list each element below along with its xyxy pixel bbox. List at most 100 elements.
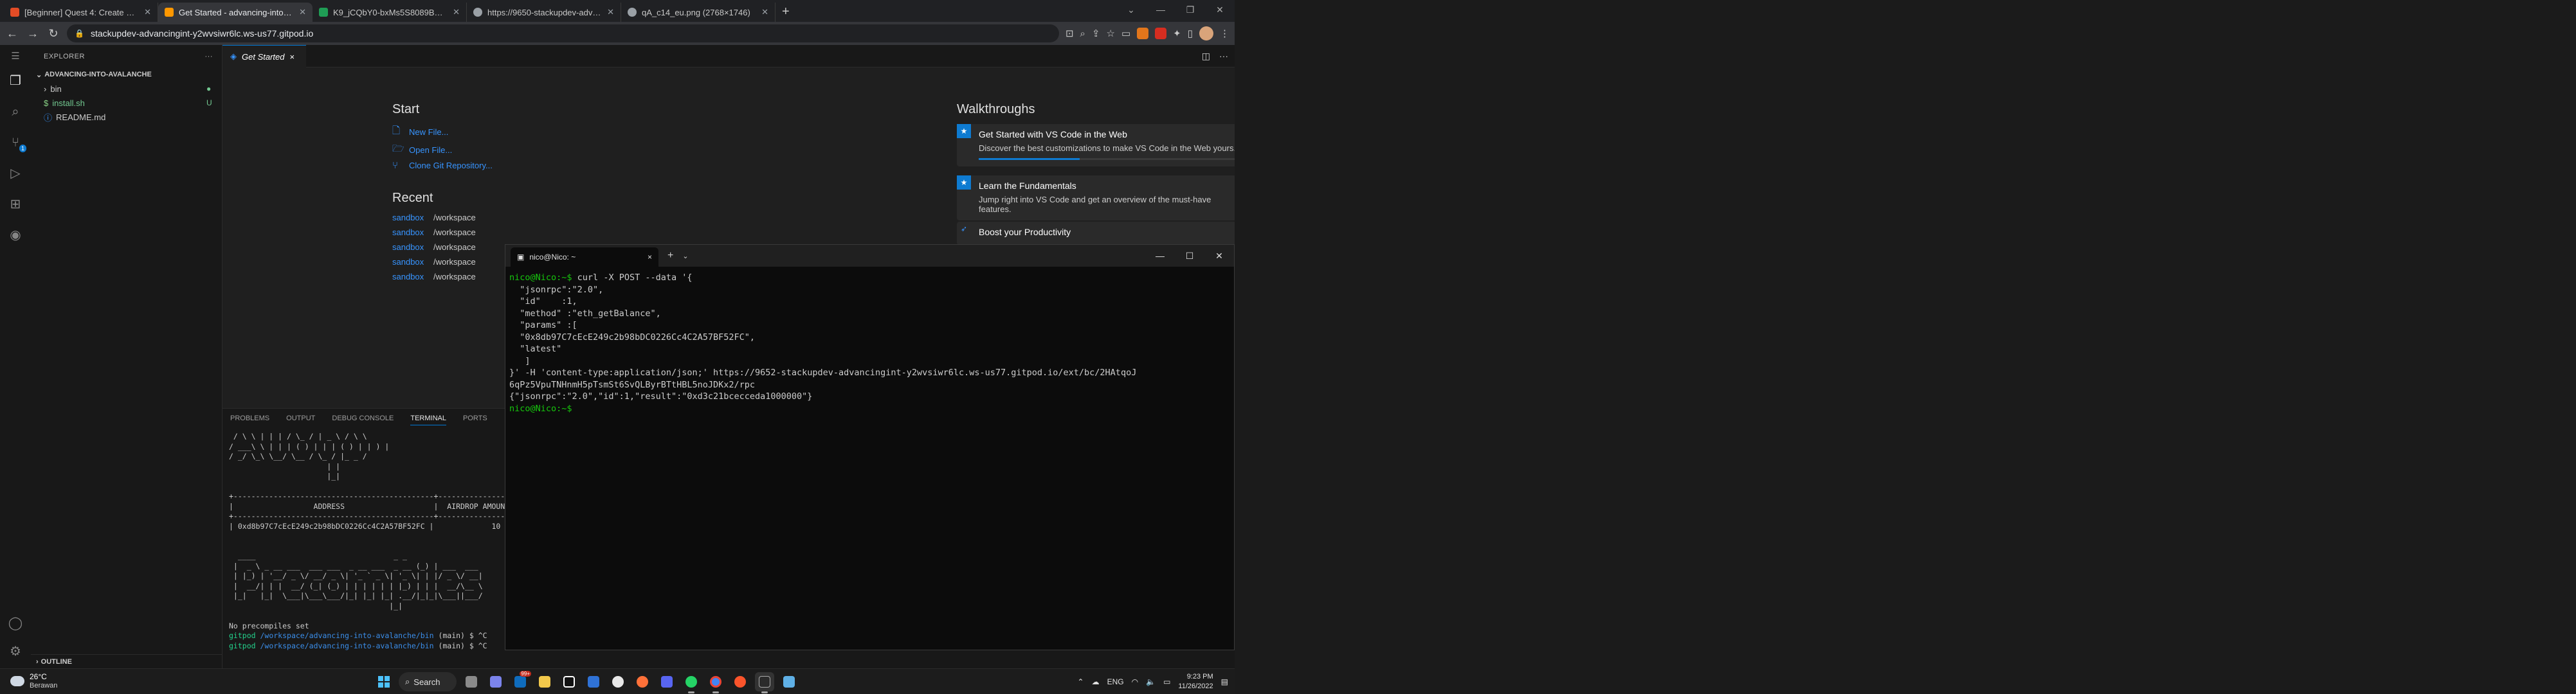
maximize-button[interactable]: ☐ (1175, 245, 1204, 267)
close-icon[interactable]: ✕ (761, 7, 768, 17)
weather-widget[interactable]: 26°C Berawan (10, 672, 57, 690)
close-window-button[interactable]: ✕ (1205, 0, 1235, 19)
tab-output[interactable]: OUTPUT (286, 414, 315, 422)
extensions-puzzle-icon[interactable]: ✦ (1173, 28, 1181, 39)
media-player-icon[interactable] (608, 672, 628, 691)
github-icon[interactable]: ◉ (8, 227, 23, 243)
tab-search-button[interactable]: ⌄ (1116, 0, 1146, 19)
search-icon[interactable]: ⌕ (8, 104, 23, 120)
discord-icon[interactable] (657, 672, 676, 691)
firefox-icon[interactable] (633, 672, 652, 691)
close-icon[interactable]: ✕ (453, 7, 460, 17)
side-panel-icon[interactable]: ▯ (1188, 28, 1193, 39)
restore-button[interactable]: ❐ (1175, 0, 1205, 19)
recent-item[interactable]: sandbox /workspace (392, 242, 476, 252)
recent-name[interactable]: sandbox (392, 257, 424, 267)
close-icon[interactable]: ✕ (607, 7, 614, 17)
language-indicator[interactable]: ENG (1107, 677, 1124, 686)
whatsapp-icon[interactable] (682, 672, 701, 693)
walkthrough-card-web[interactable]: ★ Get Started with VS Code in the Web Di… (957, 124, 1235, 166)
file-item-readme[interactable]: ⓘ README.md (31, 110, 222, 124)
source-control-icon[interactable]: ⑂ 1 (8, 135, 26, 152)
browser-tab-k9[interactable]: K9_jCQbY0-bxMs5S8089BMjA4 ✕ (313, 3, 467, 22)
menu-icon[interactable]: ☰ (8, 49, 23, 64)
split-editor-icon[interactable]: ◫ (1202, 51, 1210, 62)
battery-icon[interactable]: ▭ (1163, 677, 1170, 686)
browser-tab-rpc[interactable]: https://9650-stackupdev-advanc ✕ (467, 3, 621, 22)
mail-icon[interactable]: 99+ (511, 671, 531, 691)
manage-gear-icon[interactable]: ⚙ (8, 644, 23, 659)
walkthrough-card-productivity[interactable]: ➶ Boost your Productivity (957, 222, 1235, 245)
jetbrains-icon[interactable] (559, 672, 579, 691)
more-actions-icon[interactable]: ··· (1219, 51, 1228, 62)
file-item-install-sh[interactable]: $ install.sh U (31, 96, 222, 110)
tab-get-started[interactable]: ◈ Get Started × (222, 45, 306, 67)
run-debug-icon[interactable]: ▷ (8, 166, 23, 181)
browser-tab-image[interactable]: qA_c14_eu.png (2768×1746) ✕ (621, 3, 776, 22)
terminal-tab[interactable]: ▣ nico@Nico: ~ × (511, 247, 658, 267)
store-icon[interactable] (584, 672, 603, 691)
back-icon[interactable]: ← (5, 27, 19, 40)
brave-icon[interactable] (730, 672, 750, 691)
minimize-button[interactable]: — (1145, 245, 1175, 267)
recent-name[interactable]: sandbox (392, 272, 424, 281)
minimize-button[interactable]: — (1146, 0, 1175, 19)
reading-list-icon[interactable]: ▭ (1121, 28, 1130, 39)
task-view-icon[interactable] (462, 672, 481, 691)
cloud-sync-icon[interactable]: ☁ (1092, 677, 1100, 686)
recent-item[interactable]: sandbox /workspace (392, 213, 476, 222)
wifi-icon[interactable]: ◠ (1132, 677, 1138, 686)
tab-terminal[interactable]: TERMINAL (410, 414, 446, 425)
address-bar[interactable]: 🔒 stackupdev-advancingint-y2wvsiwr6lc.ws… (67, 24, 1059, 42)
project-folder[interactable]: ⌄ ADVANCING-INTO-AVALANCHE (31, 67, 222, 82)
outline-section[interactable]: › OUTLINE (31, 654, 222, 668)
browser-tab-quest[interactable]: [Beginner] Quest 4: Create EVM ✕ (4, 3, 158, 22)
bookmark-star-icon[interactable]: ☆ (1107, 28, 1115, 39)
volume-icon[interactable]: 🔈 (1146, 677, 1156, 686)
browser-menu-icon[interactable]: ⋮ (1220, 28, 1229, 39)
tab-debug-console[interactable]: DEBUG CONSOLE (332, 414, 394, 422)
tab-problems[interactable]: PROBLEMS (230, 414, 269, 422)
recent-item[interactable]: sandbox /workspace (392, 272, 476, 281)
recent-item[interactable]: sandbox /workspace (392, 227, 476, 237)
close-icon[interactable]: ✕ (299, 7, 306, 17)
clock[interactable]: 9:23 PM 11/26/2022 (1178, 672, 1213, 691)
close-icon[interactable]: × (648, 253, 652, 262)
extensions-icon[interactable]: ⊞ (8, 197, 23, 212)
teams-chat-icon[interactable] (486, 672, 505, 691)
new-file-link[interactable]: 🗋 New File... (392, 124, 448, 140)
terminal-app-icon[interactable] (755, 672, 774, 693)
walkthrough-card-fundamentals[interactable]: ★ Learn the Fundamentals Jump right into… (957, 175, 1235, 220)
recent-name[interactable]: sandbox (392, 242, 424, 252)
notification-icon[interactable]: ▤ (1221, 677, 1228, 686)
extension-metamask-icon[interactable] (1137, 28, 1149, 39)
close-window-button[interactable]: ✕ (1204, 245, 1234, 267)
close-icon[interactable]: × (289, 52, 295, 62)
recent-item[interactable]: sandbox /workspace (392, 257, 476, 267)
file-explorer-icon[interactable] (535, 672, 554, 691)
profile-avatar[interactable] (1199, 26, 1213, 40)
new-terminal-tab-button[interactable]: + (667, 250, 673, 262)
notepad-icon[interactable] (779, 672, 799, 691)
recent-name[interactable]: sandbox (392, 213, 424, 222)
browser-tab-get-started[interactable]: Get Started - advancing-into-ava ✕ (158, 3, 313, 22)
reload-icon[interactable]: ↻ (46, 27, 60, 40)
tab-ports[interactable]: PORTS (463, 414, 487, 422)
start-button[interactable] (374, 672, 394, 691)
terminal-output[interactable]: nico@Nico:~$ curl -X POST --data '{ "jso… (505, 267, 1234, 420)
file-item-bin[interactable]: › bin ● (31, 82, 222, 96)
account-icon[interactable]: ◯ (8, 616, 23, 631)
taskbar-search[interactable]: ⌕ Search (399, 672, 457, 691)
forward-icon[interactable]: → (26, 27, 40, 40)
install-app-icon[interactable]: ⊡ (1066, 28, 1074, 39)
terminal-dropdown-button[interactable]: ⌄ (682, 252, 688, 260)
chevron-up-icon[interactable]: ⌃ (1078, 677, 1084, 686)
clone-repo-link[interactable]: ⑂ Clone Git Repository... (392, 160, 493, 171)
extension-red-icon[interactable] (1155, 28, 1167, 39)
share-icon[interactable]: ⇪ (1092, 28, 1100, 39)
zoom-icon[interactable]: ⌕ (1080, 28, 1085, 39)
close-icon[interactable]: ✕ (144, 7, 151, 17)
chrome-icon[interactable] (706, 672, 725, 693)
more-actions-button[interactable]: ··· (205, 53, 213, 60)
explorer-icon[interactable]: ❐ (8, 73, 23, 89)
